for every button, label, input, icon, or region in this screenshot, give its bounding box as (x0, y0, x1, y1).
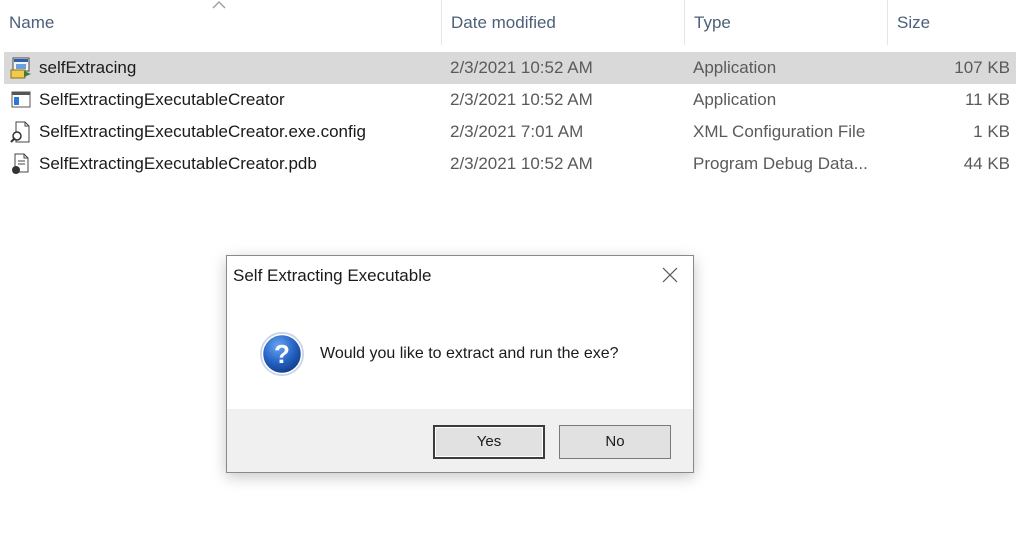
file-name: selfExtracing (39, 58, 137, 77)
dialog-footer: Yes No (227, 409, 693, 472)
file-date: 2/3/2021 7:01 AM (450, 122, 584, 141)
dialog-title: Self Extracting Executable (233, 266, 432, 285)
app-icon (10, 57, 31, 79)
file-type: Application (693, 58, 777, 77)
file-name: SelfExtractingExecutableCreator.exe.conf… (39, 122, 366, 141)
column-header-date[interactable]: Date modified (441, 0, 684, 45)
file-name: SelfExtractingExecutableCreator.pdb (39, 154, 317, 173)
column-header-size[interactable]: Size (887, 0, 1029, 45)
dialog-message: Would you like to extract and run the ex… (320, 345, 619, 362)
file-row[interactable]: SelfExtractingExecutableCreator.pdb 2/3/… (4, 148, 1016, 180)
column-header-name[interactable]: Name (0, 0, 441, 45)
file-date: 2/3/2021 10:52 AM (450, 58, 593, 77)
file-size: 107 KB (954, 58, 1010, 77)
question-icon: ? (260, 332, 304, 376)
file-type: Program Debug Data... (693, 154, 868, 173)
file-type: Application (693, 90, 777, 109)
file-size: 1 KB (973, 122, 1010, 141)
config-file-icon (10, 121, 30, 143)
file-row[interactable]: SelfExtractingExecutableCreator.exe.conf… (4, 116, 1016, 148)
window-app-icon (11, 91, 31, 108)
close-icon[interactable] (661, 266, 679, 284)
file-type: XML Configuration File (693, 122, 866, 141)
pdb-file-icon (12, 153, 29, 174)
file-name: SelfExtractingExecutableCreator (39, 90, 285, 109)
file-date: 2/3/2021 10:52 AM (450, 154, 593, 173)
svg-text:?: ? (274, 339, 290, 369)
file-size: 11 KB (964, 90, 1010, 109)
file-row[interactable]: selfExtracing 2/3/2021 10:52 AM Applicat… (4, 52, 1016, 84)
no-button[interactable]: No (559, 425, 671, 459)
file-date: 2/3/2021 10:52 AM (450, 90, 593, 109)
file-size: 44 KB (963, 154, 1010, 173)
column-header-bar: Name Date modified Type Size (0, 0, 1029, 45)
message-dialog: Self Extracting Executable ? Would you l… (226, 255, 694, 473)
dialog-body: ? Would you like to extract and run the … (227, 296, 693, 411)
yes-button[interactable]: Yes (433, 425, 545, 459)
file-row[interactable]: SelfExtractingExecutableCreator 2/3/2021… (4, 84, 1016, 116)
column-header-type[interactable]: Type (684, 0, 887, 45)
